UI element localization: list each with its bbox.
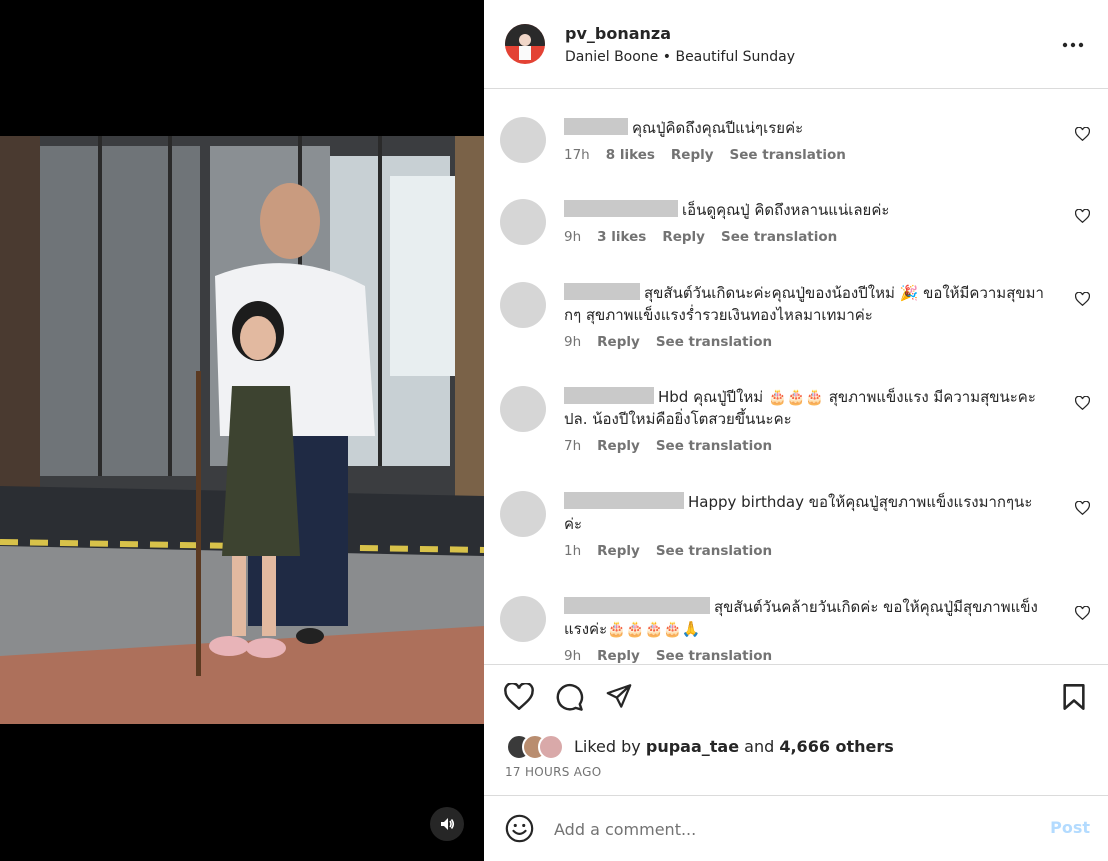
commenter-avatar[interactable]: [500, 117, 546, 163]
redacted-username: [564, 118, 628, 135]
speaker-icon: [441, 818, 455, 830]
comment-input[interactable]: [554, 816, 1024, 842]
comment-item: เอ็นดูคุณปู่ คิดถึงหลานแน่เลยค่ะ 9h 3 li…: [500, 199, 1092, 245]
author-avatar[interactable]: [505, 24, 545, 64]
liked-by-and: and: [744, 737, 775, 756]
commenter-avatar[interactable]: [500, 596, 546, 642]
post-side-pane: pv_bonanza Daniel Boone • Beautiful Sund…: [484, 0, 1108, 861]
post-actions-bar: [484, 664, 1108, 728]
heart-icon[interactable]: [504, 683, 534, 710]
comment-text: คุณปู่คิดถึงคุณปีแน่ๆเรยค่ะ: [632, 119, 804, 137]
comment-icon[interactable]: [555, 683, 584, 712]
redacted-username: [564, 597, 710, 614]
comment-item: Hbd คุณปู่ปีใหม่ 🎂🎂🎂 สุขภาพแข็งแรง มีควา…: [500, 386, 1092, 454]
commenter-avatar[interactable]: [500, 491, 546, 537]
separator-dot: •: [662, 48, 672, 65]
liked-by-prefix: Liked by: [574, 737, 641, 756]
redacted-username: [564, 200, 678, 217]
reply-button[interactable]: Reply: [662, 229, 705, 245]
reply-button[interactable]: Reply: [597, 438, 640, 454]
audio-toggle-button[interactable]: [430, 807, 464, 841]
commenter-avatar[interactable]: [500, 386, 546, 432]
comments-list[interactable]: คุณปู่คิดถึงคุณปีแน่ๆเรยค่ะ 17h 8 likes …: [484, 89, 1108, 664]
see-translation-button[interactable]: See translation: [730, 147, 846, 163]
comment-item: สุขสันต์วันเกิดนะค่ะคุณปู่ของน้องปีใหม่ …: [500, 282, 1092, 350]
reply-button[interactable]: Reply: [597, 334, 640, 350]
avatar: [538, 734, 564, 760]
see-translation-button[interactable]: See translation: [656, 648, 772, 664]
reply-button[interactable]: Reply: [597, 648, 640, 664]
author-username[interactable]: pv_bonanza: [565, 24, 795, 43]
paper-plane-icon[interactable]: [605, 683, 633, 710]
comment-item: สุขสันต์วันคล้ายวันเกิดค่ะ ขอให้คุณปู่มี…: [500, 596, 1092, 664]
see-translation-button[interactable]: See translation: [656, 334, 772, 350]
post-header: pv_bonanza Daniel Boone • Beautiful Sund…: [484, 0, 1108, 89]
likes-summary: Liked by pupaa_tae and 4,666 others 17 H…: [484, 728, 1108, 795]
comment-time: 7h: [564, 438, 582, 454]
media-pane: [0, 0, 484, 861]
likes-count-link[interactable]: 4,666 others: [779, 737, 893, 756]
comment-time: 1h: [564, 543, 582, 559]
see-translation-button[interactable]: See translation: [656, 543, 772, 559]
redacted-username: [564, 283, 640, 300]
commenter-avatar[interactable]: [500, 282, 546, 328]
comment-like-icon[interactable]: [1075, 127, 1090, 141]
comment-likes[interactable]: 3 likes: [597, 229, 646, 245]
comment-text: เอ็นดูคุณปู่ คิดถึงหลานแน่เลยค่ะ: [682, 201, 890, 219]
comment-item: คุณปู่คิดถึงคุณปีแน่ๆเรยค่ะ 17h 8 likes …: [500, 117, 1092, 163]
redacted-username: [564, 492, 684, 509]
comment-item: Happy birthday ขอให้คุณปู่สุขภาพแข็งแรงม…: [500, 491, 1092, 559]
liked-by-avatars[interactable]: [506, 734, 564, 760]
audio-attribution: Daniel Boone • Beautiful Sunday: [565, 49, 795, 65]
more-options-icon: [1062, 42, 1084, 48]
audio-artist-link[interactable]: Daniel Boone: [565, 49, 658, 65]
bookmark-icon[interactable]: [1062, 683, 1086, 711]
commenter-avatar[interactable]: [500, 199, 546, 245]
comment-time: 17h: [564, 147, 590, 163]
comment-like-icon[interactable]: [1075, 501, 1090, 515]
reply-button[interactable]: Reply: [671, 147, 714, 163]
post-modal: pv_bonanza Daniel Boone • Beautiful Sund…: [0, 0, 1108, 861]
comment-like-icon[interactable]: [1075, 292, 1090, 306]
reply-button[interactable]: Reply: [597, 543, 640, 559]
audio-track-link[interactable]: Beautiful Sunday: [675, 49, 795, 65]
post-timestamp[interactable]: 17 HOURS AGO: [505, 765, 601, 779]
see-translation-button[interactable]: See translation: [656, 438, 772, 454]
comment-time: 9h: [564, 334, 582, 350]
post-comment-button[interactable]: Post: [1050, 818, 1090, 837]
comment-likes[interactable]: 8 likes: [606, 147, 655, 163]
post-photo[interactable]: [0, 136, 484, 724]
more-options-button[interactable]: [1062, 32, 1084, 52]
emoji-icon[interactable]: [505, 814, 534, 843]
liked-by-user-link[interactable]: pupaa_tae: [646, 737, 739, 756]
comment-like-icon[interactable]: [1075, 209, 1090, 223]
comment-time: 9h: [564, 648, 582, 664]
see-translation-button[interactable]: See translation: [721, 229, 837, 245]
comment-composer: Post: [484, 795, 1108, 861]
redacted-username: [564, 387, 654, 404]
liked-by-text: Liked by pupaa_tae and 4,666 others: [574, 737, 894, 756]
comment-like-icon[interactable]: [1075, 606, 1090, 620]
comment-time: 9h: [564, 229, 582, 245]
comment-like-icon[interactable]: [1075, 396, 1090, 410]
